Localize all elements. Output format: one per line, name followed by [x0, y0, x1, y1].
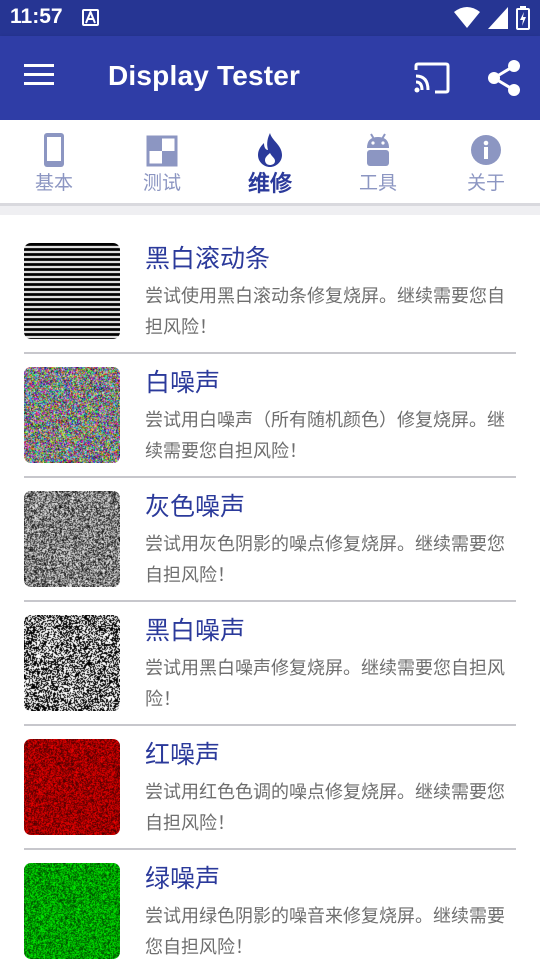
bw-noise-thumbnail	[24, 615, 120, 711]
cast-icon	[414, 62, 450, 94]
tab-label: 维修	[247, 172, 292, 197]
a-icon	[82, 9, 99, 26]
tab-basic[interactable]: 基本	[0, 120, 108, 206]
list-item-bw-noise[interactable]: 黑白噪声 尝试用黑白噪声修复烧屏。继续需要您自担风险！	[0, 587, 540, 711]
battery-charging-icon	[516, 6, 530, 30]
repair-list: 黑白滚动条 尝试使用黑白滚动条修复烧屏。继续需要您自担风险！ 白噪声 尝试用白噪…	[0, 215, 540, 960]
tab-label: 关于	[466, 172, 505, 194]
tab-tools[interactable]: 工具	[324, 120, 432, 206]
gray-noise-thumbnail	[24, 491, 120, 587]
item-description: 尝试用红色色调的噪点修复烧屏。继续需要您自担风险！	[145, 782, 505, 834]
item-title: 绿噪声	[145, 864, 221, 893]
red-noise-thumbnail	[24, 739, 120, 835]
tab-bar: 基本 测试 维修 工具 关于	[0, 120, 540, 206]
flame-icon	[258, 133, 282, 167]
list-item-white-noise[interactable]: 白噪声 尝试用白噪声（所有随机颜色）修复烧屏。继续需要您自担风险！	[0, 339, 540, 463]
signal-icon	[488, 7, 508, 29]
status-bar: 11:57	[0, 0, 540, 36]
color-noise-thumbnail	[24, 367, 120, 463]
info-icon	[471, 135, 501, 165]
item-title: 黑白噪声	[145, 616, 246, 645]
status-icons	[454, 6, 530, 30]
item-title: 灰色噪声	[145, 492, 246, 521]
list-item-green-noise[interactable]: 绿噪声 尝试用绿色阴影的噪音来修复烧屏。继续需要您自担风险！	[0, 835, 540, 959]
tab-repair[interactable]: 维修	[216, 120, 324, 206]
list-item-bw-scroll[interactable]: 黑白滚动条 尝试使用黑白滚动条修复烧屏。继续需要您自担风险！	[0, 215, 540, 339]
app-title: Display Tester	[108, 60, 301, 91]
stripes-thumbnail	[24, 243, 120, 339]
tab-label: 测试	[142, 172, 181, 194]
tab-about[interactable]: 关于	[432, 120, 540, 206]
list-item-gray-noise[interactable]: 灰色噪声 尝试用灰色阴影的噪点修复烧屏。继续需要您自担风险！	[0, 463, 540, 587]
item-description: 尝试用黑白噪声修复烧屏。继续需要您自担风险！	[145, 658, 505, 710]
menu-button[interactable]	[24, 64, 58, 92]
share-icon	[488, 60, 520, 96]
item-description: 尝试用白噪声（所有随机颜色）修复烧屏。继续需要您自担风险！	[145, 410, 505, 462]
android-icon	[367, 133, 389, 166]
tab-test[interactable]: 测试	[108, 120, 216, 206]
list-item-red-noise[interactable]: 红噪声 尝试用红色色调的噪点修复烧屏。继续需要您自担风险！	[0, 711, 540, 835]
tab-label: 工具	[358, 172, 397, 194]
cast-button[interactable]	[413, 60, 451, 96]
app-bar: Display Tester	[0, 36, 540, 120]
item-description: 尝试用灰色阴影的噪点修复烧屏。继续需要您自担风险！	[145, 534, 505, 586]
item-title: 红噪声	[145, 740, 221, 769]
tab-label: 基本	[34, 172, 73, 194]
wifi-icon	[454, 7, 480, 28]
item-title: 黑白滚动条	[145, 244, 271, 273]
checker-icon	[146, 135, 178, 167]
phone-icon	[44, 133, 64, 167]
green-noise-thumbnail	[24, 863, 120, 959]
status-time: 11:57	[10, 5, 63, 28]
item-description: 尝试使用黑白滚动条修复烧屏。继续需要您自担风险！	[145, 286, 505, 338]
item-title: 白噪声	[145, 368, 221, 397]
share-button[interactable]	[484, 58, 524, 98]
item-description: 尝试用绿色阴影的噪音来修复烧屏。继续需要您自担风险！	[145, 906, 505, 958]
